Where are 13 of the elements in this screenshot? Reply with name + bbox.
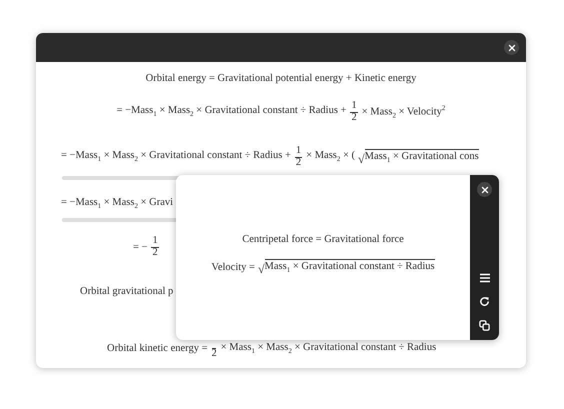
close-icon <box>480 186 488 194</box>
refresh-icon <box>479 296 490 307</box>
copy-button[interactable] <box>477 318 492 333</box>
refresh-button[interactable] <box>477 294 492 309</box>
equation: = −Mass$_{1}$ × Mass$_{2}$ × Gravi <box>61 197 174 210</box>
close-button[interactable] <box>477 182 492 197</box>
equation: Centripetal force = Gravitational force <box>242 234 404 246</box>
equation: Orbital energy = Gravitational potential energy + Kinetic energy <box>146 73 416 84</box>
close-button[interactable] <box>504 40 519 55</box>
close-icon <box>508 44 516 52</box>
copy-icon <box>479 320 490 331</box>
menu-icon <box>478 272 490 282</box>
equation: Orbital gravitational p <box>80 286 174 298</box>
